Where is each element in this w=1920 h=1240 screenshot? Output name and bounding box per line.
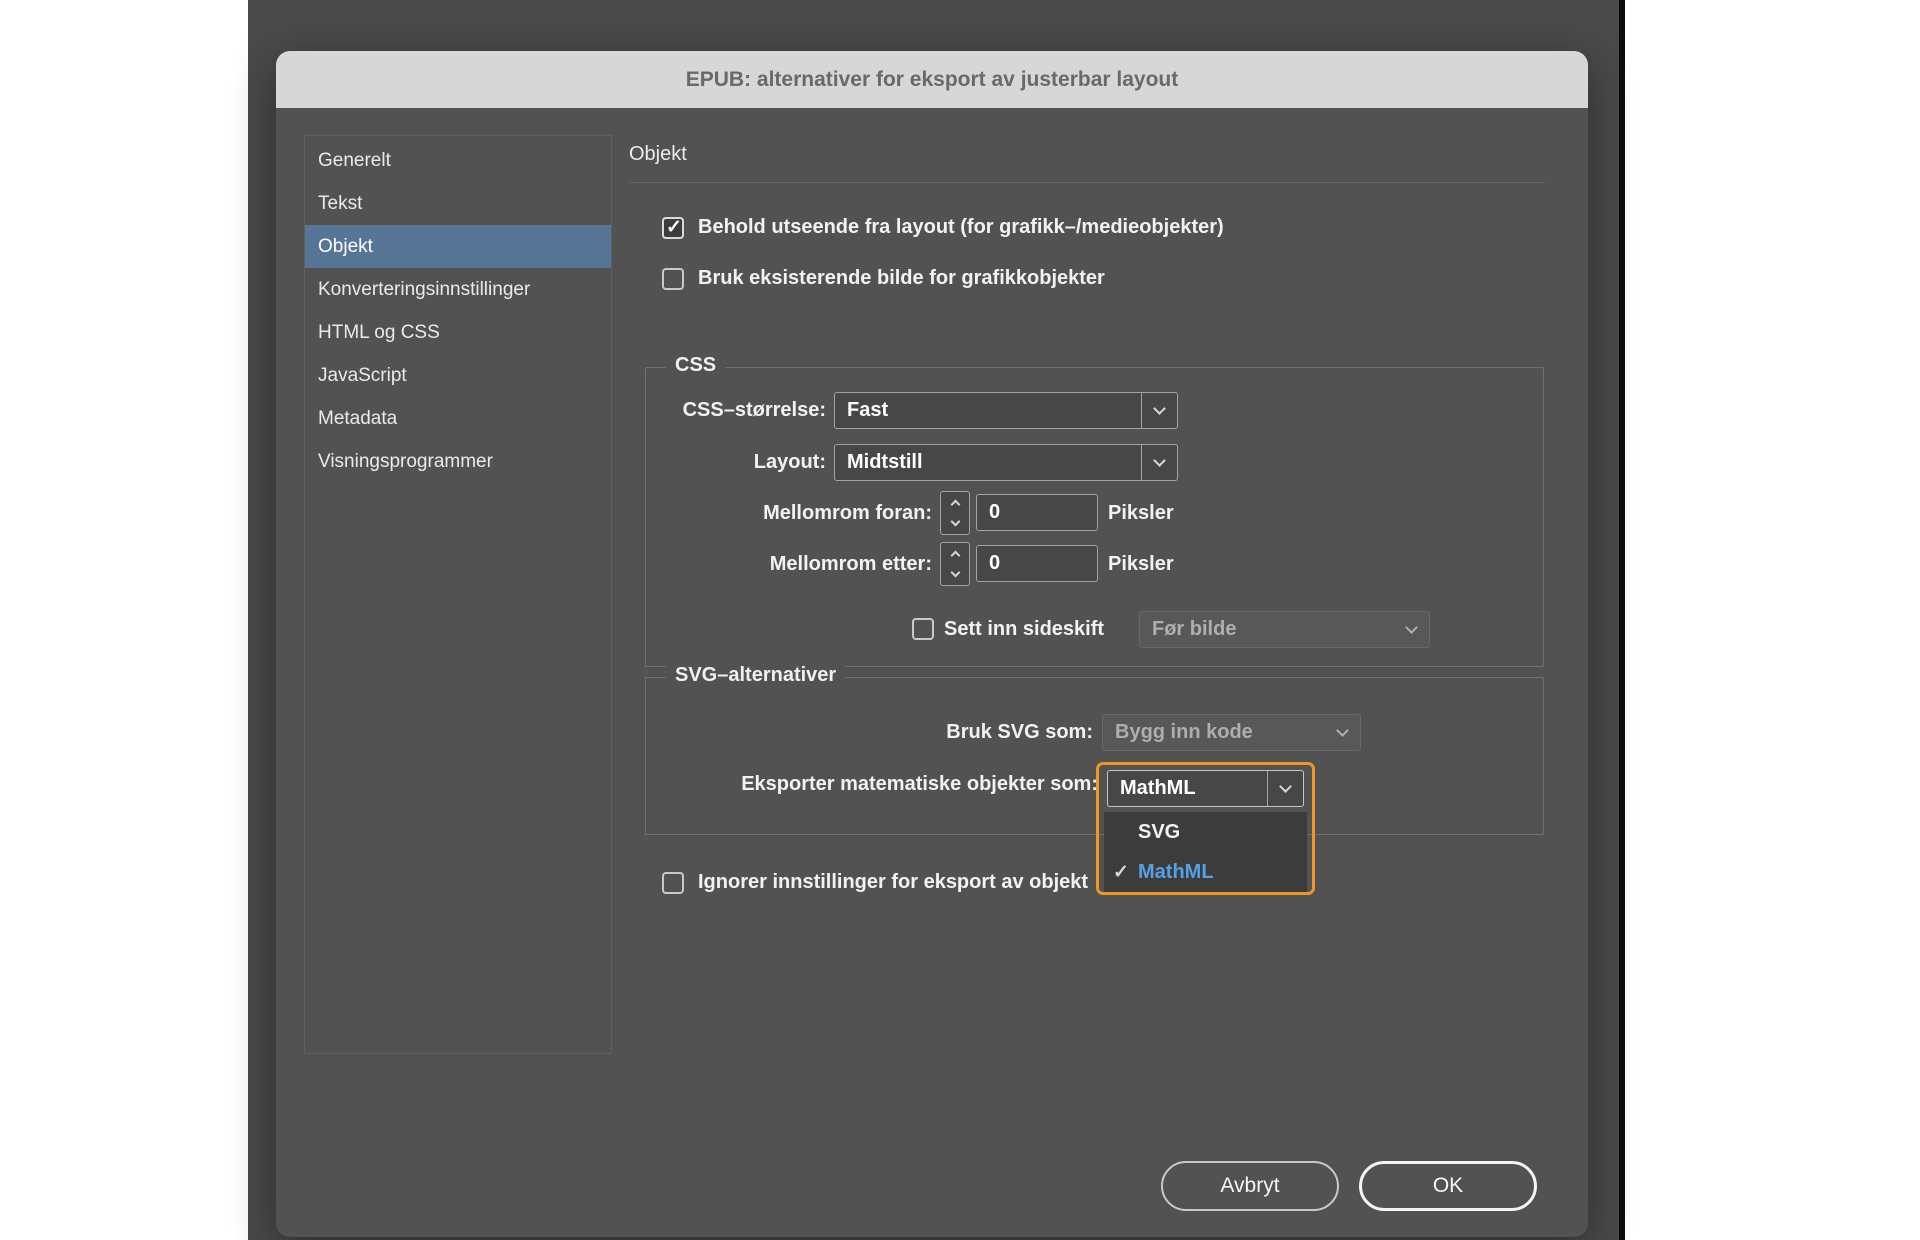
menu-item-mathml-label: MathML <box>1138 860 1214 883</box>
ignore-export-label: Ignorer innstillinger for eksport av obj… <box>698 871 1089 893</box>
export-math-combo-open: MathML SVG MathML <box>1096 762 1315 895</box>
epub-export-options-dialog: EPUB: alternativer for eksport av juster… <box>276 51 1588 1237</box>
sidebar-item-objekt[interactable]: Objekt <box>305 225 611 268</box>
chevron-down-icon[interactable] <box>941 513 969 534</box>
preserve-appearance-checkbox[interactable] <box>662 216 684 239</box>
export-math-menu: SVG MathML <box>1104 812 1307 892</box>
use-svg-label: Bruk SVG som: <box>946 721 1093 743</box>
space-after-stepper[interactable] <box>940 542 970 586</box>
svg-group: SVG–alternativer <box>645 664 1544 835</box>
space-before-stepper[interactable] <box>940 491 970 535</box>
chevron-down-icon <box>1141 445 1177 480</box>
menu-item-svg[interactable]: SVG <box>1104 812 1307 852</box>
use-existing-image-checkbox[interactable] <box>662 268 684 290</box>
page-break-dropdown[interactable]: Før bilde <box>1139 611 1430 648</box>
dialog-titlebar[interactable]: EPUB: alternativer for eksport av juster… <box>276 51 1588 108</box>
checkmark-icon <box>1104 861 1138 884</box>
menu-item-mathml[interactable]: MathML <box>1104 852 1307 892</box>
chevron-up-icon[interactable] <box>941 492 969 513</box>
panel-title: Objekt <box>629 143 687 165</box>
use-existing-image-label: Bruk eksisterende bilde for grafikkobjek… <box>698 267 1105 289</box>
css-layout-value: Midtstill <box>847 451 923 473</box>
export-math-value: MathML <box>1120 777 1196 799</box>
page-break-checkbox[interactable] <box>912 618 934 640</box>
space-after-input[interactable]: 0 <box>976 545 1098 582</box>
css-layout-dropdown[interactable]: Midtstill <box>834 444 1178 481</box>
chevron-down-icon <box>1267 771 1303 806</box>
chevron-down-icon <box>1393 612 1429 647</box>
page-break-value: Før bilde <box>1152 618 1237 640</box>
menu-item-svg-label: SVG <box>1138 820 1181 843</box>
sidebar-item-metadata[interactable]: Metadata <box>305 397 611 440</box>
use-svg-dropdown[interactable]: Bygg inn kode <box>1102 714 1361 751</box>
chevron-down-icon <box>1141 393 1177 428</box>
css-size-dropdown[interactable]: Fast <box>834 392 1178 429</box>
use-svg-value: Bygg inn kode <box>1115 721 1253 743</box>
chevron-up-icon[interactable] <box>941 543 969 564</box>
desktop-left-area <box>0 0 248 1240</box>
page-break-label: Sett inn sideskift <box>944 618 1105 640</box>
css-size-label: CSS–størrelse: <box>682 399 826 421</box>
sidebar-item-javascript[interactable]: JavaScript <box>305 354 611 397</box>
space-after-label: Mellomrom etter: <box>769 553 932 575</box>
dialog-title: EPUB: alternativer for eksport av juster… <box>685 68 1179 91</box>
space-before-unit: Piksler <box>1108 502 1174 524</box>
desktop-right-area <box>1625 0 1920 1240</box>
css-group-legend: CSS <box>666 354 726 377</box>
css-size-value: Fast <box>847 399 889 421</box>
ignore-export-checkbox[interactable] <box>662 872 684 894</box>
sidebar-item-html-og-css[interactable]: HTML og CSS <box>305 311 611 354</box>
ok-button[interactable]: OK <box>1359 1161 1537 1211</box>
panel-title-divider <box>629 182 1545 183</box>
space-before-input[interactable]: 0 <box>976 494 1098 531</box>
preserve-appearance-label: Behold utseende fra layout (for grafikk–… <box>698 216 1224 238</box>
sidebar-item-visningsprogrammer[interactable]: Visningsprogrammer <box>305 440 611 483</box>
export-math-dropdown[interactable]: MathML <box>1107 770 1304 807</box>
export-math-label: Eksporter matematiske objekter som: <box>741 773 1098 795</box>
svg-group-legend: SVG–alternativer <box>666 664 846 687</box>
chevron-down-icon <box>1324 715 1360 750</box>
sidebar-item-tekst[interactable]: Tekst <box>305 182 611 225</box>
chevron-down-icon[interactable] <box>941 564 969 585</box>
cancel-button[interactable]: Avbryt <box>1161 1161 1339 1211</box>
space-before-label: Mellomrom foran: <box>763 502 932 524</box>
sidebar-item-konverteringsinnstillinger[interactable]: Konverteringsinnstillinger <box>305 268 611 311</box>
sidebar-item-generelt[interactable]: Generelt <box>305 139 611 182</box>
sidebar: Generelt Tekst Objekt Konverteringsinnst… <box>304 135 612 1054</box>
space-after-unit: Piksler <box>1108 553 1174 575</box>
css-layout-label: Layout: <box>753 451 826 473</box>
